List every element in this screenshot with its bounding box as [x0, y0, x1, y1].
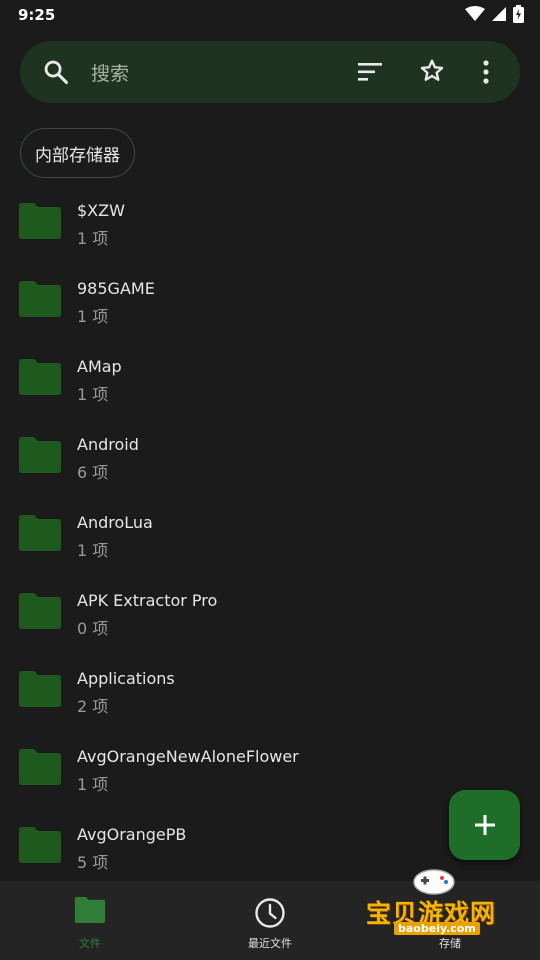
clock-icon [255, 898, 285, 928]
folder-icon [74, 897, 106, 923]
folder-icon [19, 281, 61, 317]
folder-icon [19, 437, 61, 473]
file-list: $XZW 1 项 985GAME 1 项 AMap 1 项 Android 6 … [0, 187, 540, 889]
folder-icon [19, 671, 61, 707]
file-count: 1 项 [77, 385, 109, 404]
file-count: 2 项 [77, 697, 109, 716]
storage-chip-label: 内部存储器 [35, 145, 120, 166]
file-count: 1 项 [77, 775, 109, 794]
battery-icon [513, 5, 524, 23]
folder-icon [19, 593, 61, 629]
file-count: 1 项 [77, 541, 109, 560]
file-count: 5 项 [77, 853, 109, 872]
more-vert-icon[interactable] [476, 58, 496, 86]
file-manager-screen: 9:25 搜索 内部存储器 $XZW 1 项 985GAME 1 项 AMap … [0, 0, 540, 960]
file-name: Android [77, 435, 139, 454]
nav-label-files: 文件 [79, 937, 101, 950]
sort-icon[interactable] [357, 60, 383, 84]
list-item[interactable]: AMap 1 项 [0, 343, 540, 421]
search-bar[interactable]: 搜索 [20, 41, 520, 103]
file-name: AndroLua [77, 513, 153, 532]
file-name: 985GAME [77, 279, 155, 298]
search-icon[interactable] [42, 58, 70, 86]
file-count: 0 项 [77, 619, 109, 638]
file-name: Applications [77, 669, 175, 688]
file-count: 6 项 [77, 463, 109, 482]
list-item[interactable]: 985GAME 1 项 [0, 265, 540, 343]
watermark-logo: 宝贝游戏网 baobeiy.com [362, 866, 512, 960]
folder-icon [19, 359, 61, 395]
storage-chip[interactable]: 内部存储器 [20, 128, 135, 178]
file-name: AMap [77, 357, 122, 376]
file-name: $XZW [77, 201, 125, 220]
status-icons [465, 5, 524, 23]
add-icon [474, 815, 495, 835]
list-item[interactable]: AndroLua 1 项 [0, 499, 540, 577]
file-count: 1 项 [77, 307, 109, 326]
folder-icon [19, 827, 61, 863]
wifi-icon [465, 6, 485, 21]
status-bar: 9:25 [0, 0, 540, 32]
file-name: AvgOrangePB [77, 825, 187, 844]
search-input[interactable]: 搜索 [91, 59, 129, 86]
status-time: 9:25 [18, 6, 56, 24]
folder-icon [19, 515, 61, 551]
nav-item-recent[interactable]: 最近文件 [180, 881, 360, 960]
watermark-url: baobeiy.com [394, 922, 480, 935]
list-item[interactable]: APK Extractor Pro 0 项 [0, 577, 540, 655]
list-item[interactable]: Applications 2 项 [0, 655, 540, 733]
file-count: 1 项 [77, 229, 109, 248]
folder-icon [19, 203, 61, 239]
folder-icon [19, 749, 61, 785]
file-name: APK Extractor Pro [77, 591, 218, 610]
list-item[interactable]: $XZW 1 项 [0, 187, 540, 265]
signal-icon [492, 7, 506, 21]
file-name: AvgOrangeNewAloneFlower [77, 747, 299, 766]
list-item[interactable]: Android 6 项 [0, 421, 540, 499]
nav-label-recent: 最近文件 [248, 937, 292, 950]
star-outline-icon[interactable] [419, 58, 445, 84]
add-button[interactable] [449, 790, 520, 860]
gamepad-icon [413, 869, 455, 895]
nav-item-files[interactable]: 文件 [0, 881, 180, 960]
